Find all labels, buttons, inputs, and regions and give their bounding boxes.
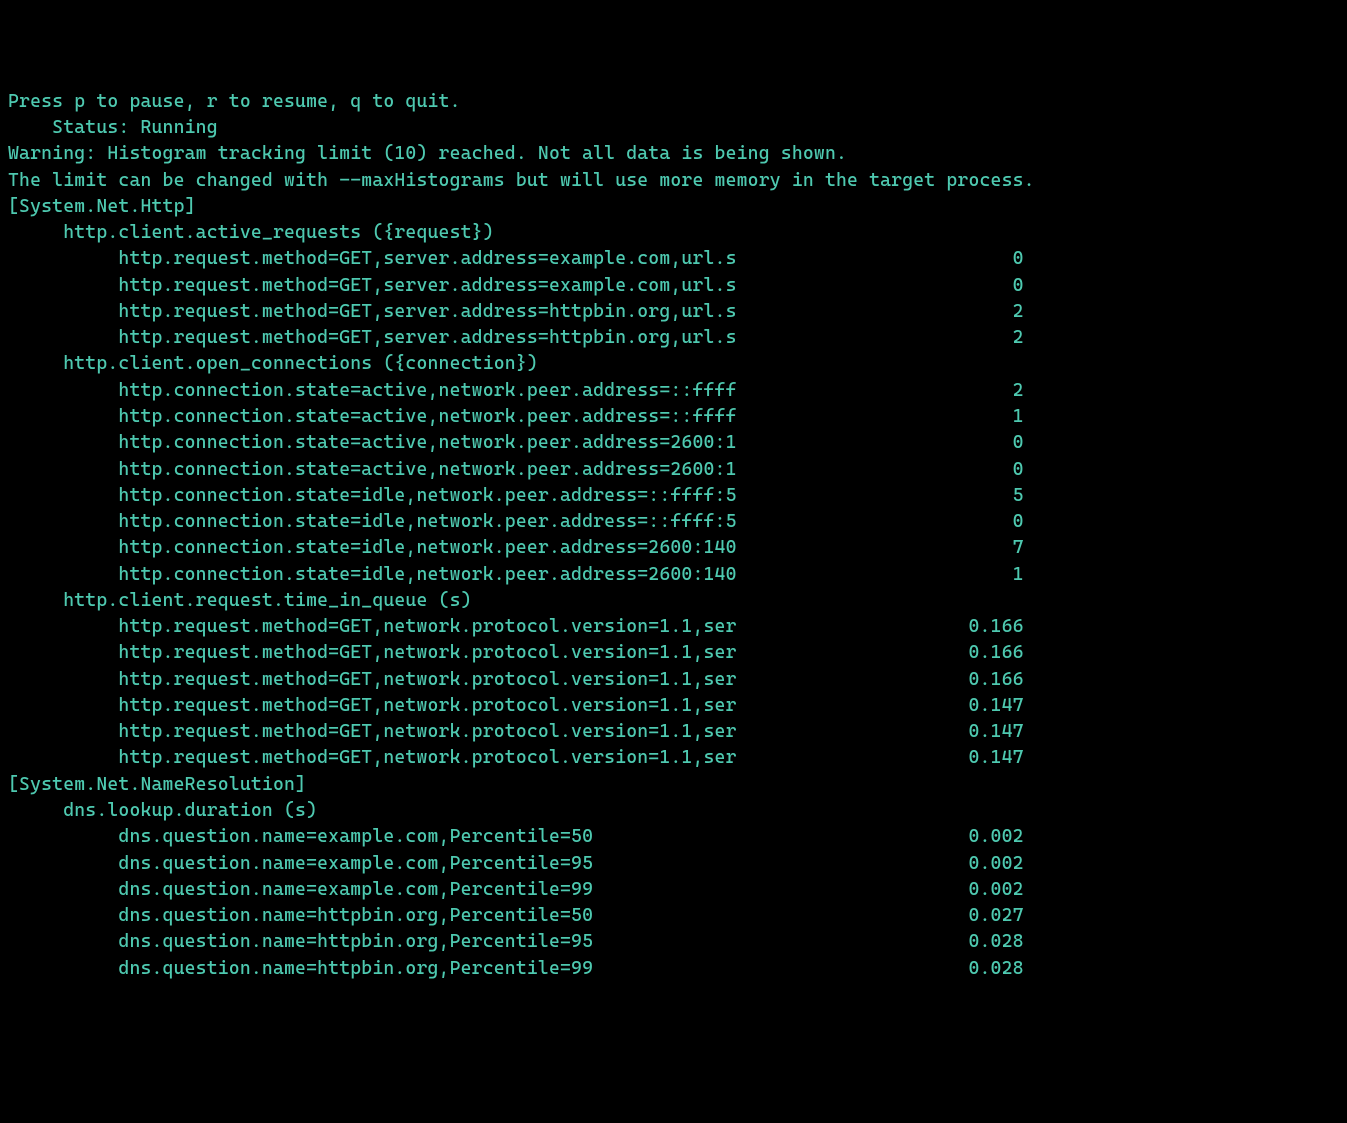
metric-row: http.request.method=GET,server.address=h… [8,299,1339,325]
metric-value: 0.147 [748,693,1024,719]
metric-value: 1 [748,562,1024,588]
metric-label: http.connection.state=active,network.pee… [8,378,748,404]
metric-value: 0.147 [748,719,1024,745]
metric-value: 2 [748,299,1024,325]
metric-row: http.connection.state=idle,network.peer.… [8,535,1339,561]
metric-row: http.connection.state=idle,network.peer.… [8,509,1339,535]
metric-value: 0.166 [748,667,1024,693]
metric-row: dns.question.name=example.com,Percentile… [8,851,1339,877]
metric-name: dns.lookup.duration (s) [8,798,1339,824]
metric-label: http.request.method=GET,server.address=e… [8,246,748,272]
metric-row: http.request.method=GET,server.address=e… [8,246,1339,272]
metric-label: http.request.method=GET,server.address=h… [8,299,748,325]
section-title: [System.Net.NameResolution] [8,772,1339,798]
metric-value: 0.028 [748,929,1024,955]
metric-label: dns.question.name=example.com,Percentile… [8,877,748,903]
metric-label: http.request.method=GET,network.protocol… [8,667,748,693]
metric-label: http.connection.state=idle,network.peer.… [8,483,748,509]
status-line: Status: Running [8,115,1339,141]
metric-value: 0.002 [748,877,1024,903]
metric-value: 0 [748,246,1024,272]
metric-value: 2 [748,378,1024,404]
metric-label: http.request.method=GET,network.protocol… [8,614,748,640]
metric-label: http.connection.state=idle,network.peer.… [8,562,748,588]
metric-row: http.connection.state=idle,network.peer.… [8,483,1339,509]
metric-label: http.request.method=GET,network.protocol… [8,693,748,719]
metric-row: http.connection.state=active,network.pee… [8,404,1339,430]
metric-label: http.request.method=GET,network.protocol… [8,745,748,771]
metric-label: http.request.method=GET,server.address=h… [8,325,748,351]
metric-name: http.client.request.time_in_queue (s) [8,588,1339,614]
metric-row: dns.question.name=httpbin.org,Percentile… [8,956,1339,982]
metric-value: 0.027 [748,903,1024,929]
warning-line: The limit can be changed with --maxHisto… [8,168,1339,194]
terminal-output: Press p to pause, r to resume, q to quit… [8,89,1339,982]
metric-value: 5 [748,483,1024,509]
metric-value: 0.002 [748,851,1024,877]
metric-row: http.request.method=GET,network.protocol… [8,693,1339,719]
metric-label: http.request.method=GET,network.protocol… [8,719,748,745]
metric-row: http.request.method=GET,network.protocol… [8,640,1339,666]
metric-name: http.client.open_connections ({connectio… [8,351,1339,377]
metric-row: http.request.method=GET,network.protocol… [8,614,1339,640]
metric-row: http.request.method=GET,server.address=h… [8,325,1339,351]
instructions-line: Press p to pause, r to resume, q to quit… [8,89,1339,115]
metric-value: 2 [748,325,1024,351]
metric-label: http.request.method=GET,network.protocol… [8,640,748,666]
metric-value: 0.002 [748,824,1024,850]
metric-label: dns.question.name=example.com,Percentile… [8,851,748,877]
metric-label: dns.question.name=httpbin.org,Percentile… [8,903,748,929]
metric-label: http.connection.state=active,network.pee… [8,404,748,430]
metric-row: dns.question.name=httpbin.org,Percentile… [8,929,1339,955]
metric-value: 7 [748,535,1024,561]
metric-value: 0 [748,430,1024,456]
section-title: [System.Net.Http] [8,194,1339,220]
metric-value: 0 [748,273,1024,299]
metric-value: 0.028 [748,956,1024,982]
warning-line: Warning: Histogram tracking limit (10) r… [8,141,1339,167]
metric-label: dns.question.name=httpbin.org,Percentile… [8,956,748,982]
metric-label: http.connection.state=active,network.pee… [8,430,748,456]
metric-value: 1 [748,404,1024,430]
metric-row: dns.question.name=example.com,Percentile… [8,877,1339,903]
metric-row: http.connection.state=active,network.pee… [8,430,1339,456]
metric-row: http.request.method=GET,network.protocol… [8,745,1339,771]
metric-row: http.request.method=GET,network.protocol… [8,719,1339,745]
metric-value: 0.147 [748,745,1024,771]
metric-row: dns.question.name=httpbin.org,Percentile… [8,903,1339,929]
metric-row: dns.question.name=example.com,Percentile… [8,824,1339,850]
metric-value: 0.166 [748,614,1024,640]
metric-row: http.request.method=GET,server.address=e… [8,273,1339,299]
metric-row: http.connection.state=idle,network.peer.… [8,562,1339,588]
metric-label: dns.question.name=httpbin.org,Percentile… [8,929,748,955]
metric-row: http.connection.state=active,network.pee… [8,378,1339,404]
metric-label: http.connection.state=idle,network.peer.… [8,509,748,535]
metric-row: http.connection.state=active,network.pee… [8,457,1339,483]
metric-label: http.request.method=GET,server.address=e… [8,273,748,299]
metric-name: http.client.active_requests ({request}) [8,220,1339,246]
metric-label: http.connection.state=idle,network.peer.… [8,535,748,561]
metric-label: http.connection.state=active,network.pee… [8,457,748,483]
metric-value: 0 [748,509,1024,535]
metric-row: http.request.method=GET,network.protocol… [8,667,1339,693]
metric-value: 0.166 [748,640,1024,666]
metric-label: dns.question.name=example.com,Percentile… [8,824,748,850]
metric-value: 0 [748,457,1024,483]
